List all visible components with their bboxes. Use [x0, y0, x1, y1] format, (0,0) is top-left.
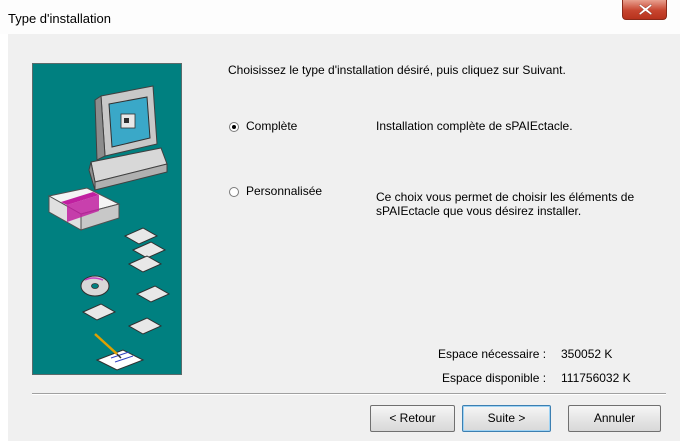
computer-install-illustration: [47, 85, 171, 371]
option-custom-description-line2: sPAIEctacle que vous désirez installer.: [376, 204, 582, 218]
back-button[interactable]: < Retour: [370, 405, 455, 432]
install-illustration: [32, 63, 182, 375]
window-title: Type d'installation: [8, 11, 111, 26]
instruction-text: Choisissez le type d'installation désiré…: [228, 63, 566, 77]
required-space-value: 350052 K: [561, 347, 613, 361]
close-button[interactable]: [622, 0, 667, 20]
software-box-icon: [47, 187, 121, 231]
required-space-label: Espace nécessaire :: [438, 347, 547, 361]
button-separator: [32, 393, 666, 395]
computer-icon: [88, 85, 168, 191]
option-complete-label[interactable]: Complète: [246, 119, 297, 133]
available-space-value: 111756032 K: [561, 371, 631, 385]
available-space-label: Espace disponible :: [442, 371, 547, 385]
close-icon: [639, 4, 652, 15]
radio-complete[interactable]: [229, 122, 239, 132]
radio-custom[interactable]: [229, 187, 239, 197]
option-custom-description-line1: Ce choix vous permet de choisir les élém…: [376, 190, 635, 204]
title-bar: Type d'installation: [0, 0, 680, 34]
option-complete-description: Installation complète de sPAIEctacle.: [376, 119, 573, 133]
cd-icon: [80, 275, 110, 297]
cancel-button[interactable]: Annuler: [568, 405, 661, 432]
document-pen-icon: [94, 333, 145, 371]
next-button[interactable]: Suite >: [462, 405, 551, 432]
option-custom-label[interactable]: Personnalisée: [246, 184, 322, 198]
